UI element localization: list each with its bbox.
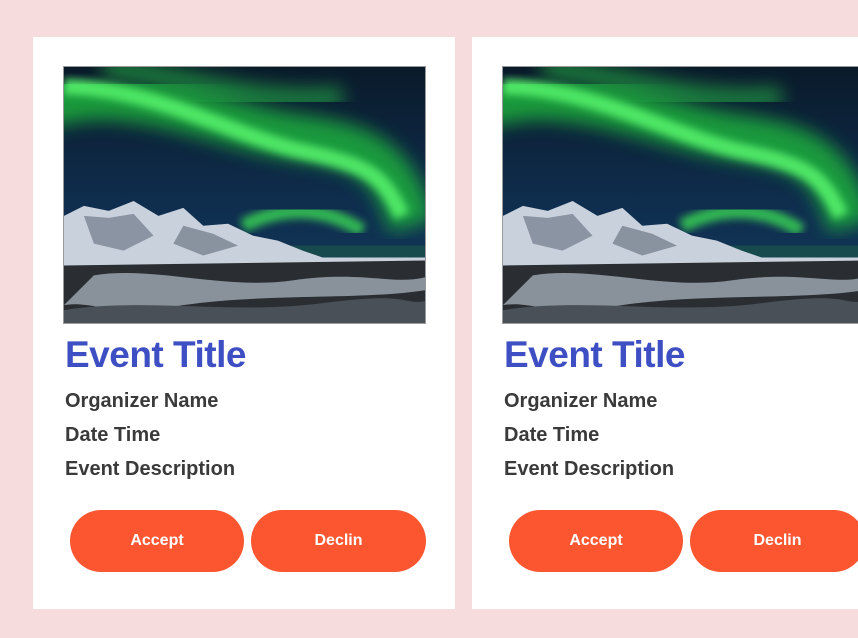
accept-button[interactable]: Accept: [70, 510, 244, 572]
accept-button[interactable]: Accept: [509, 510, 683, 572]
organizer-name: Organizer Name: [504, 390, 658, 412]
aurora-image: [503, 67, 858, 323]
event-cards-list: Event Title Organizer Name Date Time Eve…: [0, 0, 858, 638]
decline-button[interactable]: Declin: [251, 510, 426, 572]
event-card: Event Title Organizer Name Date Time Eve…: [472, 37, 858, 609]
event-card: Event Title Organizer Name Date Time Eve…: [33, 37, 455, 609]
event-image: [502, 66, 858, 324]
decline-button[interactable]: Declin: [690, 510, 858, 572]
event-description: Event Description: [504, 458, 675, 480]
event-title: Event Title: [504, 334, 685, 375]
event-title: Event Title: [65, 334, 246, 375]
event-image: [63, 66, 426, 324]
event-date-time: Date Time: [504, 424, 600, 446]
event-description: Event Description: [65, 458, 236, 480]
aurora-image: [64, 67, 425, 323]
event-date-time: Date Time: [65, 424, 161, 446]
organizer-name: Organizer Name: [65, 390, 219, 412]
